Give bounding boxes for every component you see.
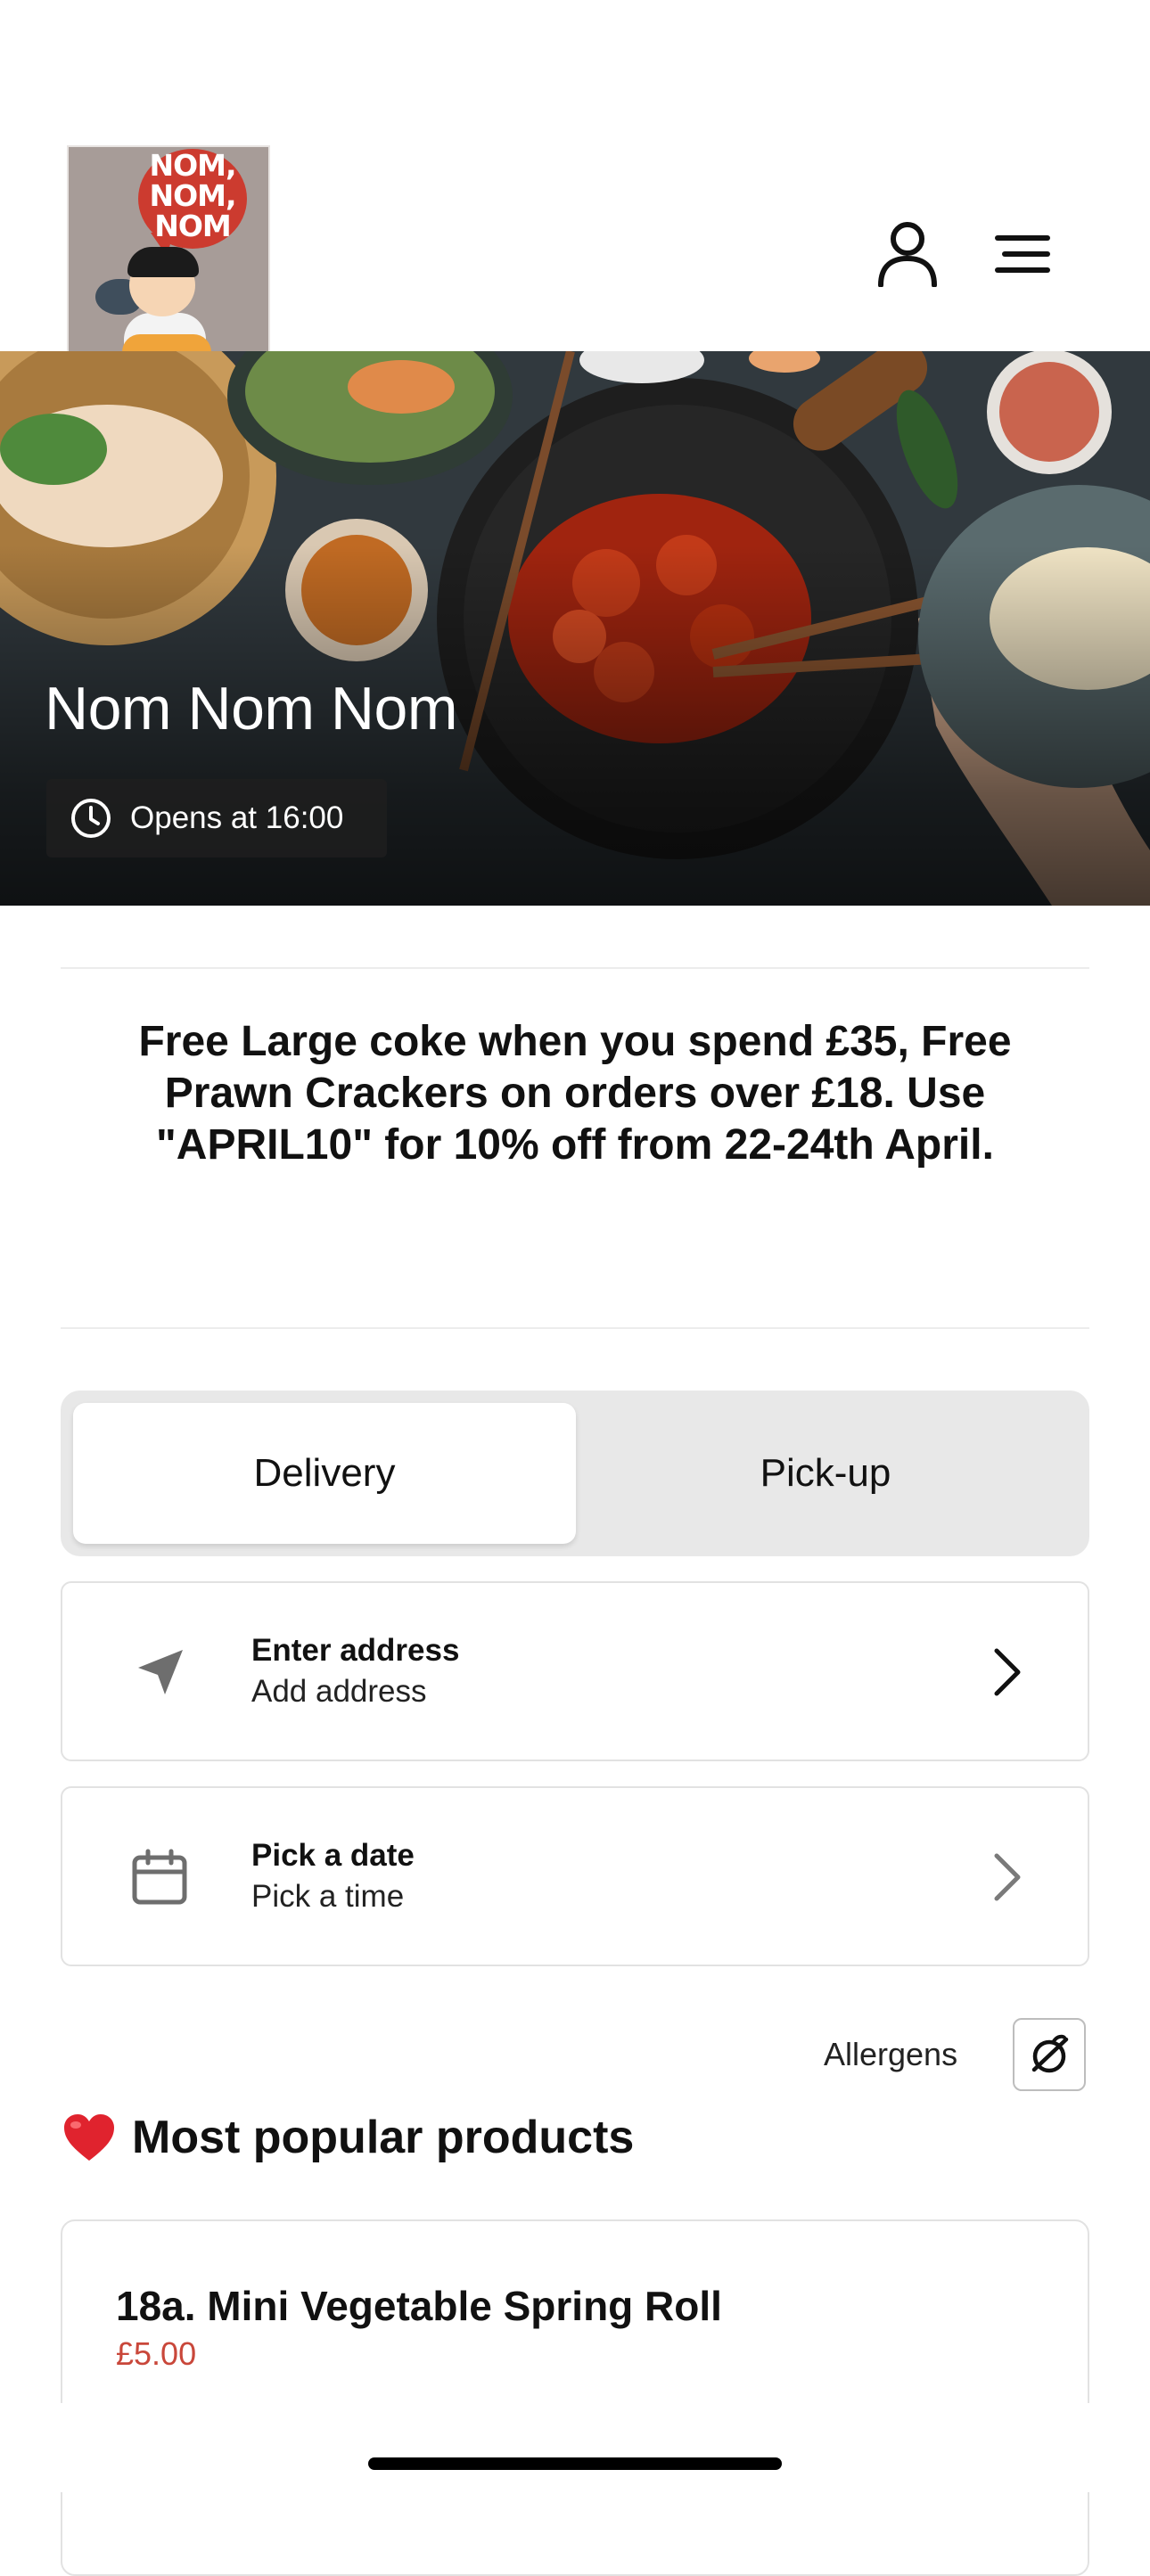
delivery-tab[interactable]: Delivery bbox=[73, 1403, 576, 1544]
chef-hair bbox=[127, 247, 199, 277]
product-name: 18a. Mini Vegetable Spring Roll bbox=[116, 2283, 722, 2329]
product-card[interactable]: 18a. Mini Vegetable Spring Roll £5.00 bbox=[61, 2219, 1089, 2576]
divider bbox=[61, 967, 1089, 969]
date-title: Pick a date bbox=[251, 1838, 415, 1873]
divider bbox=[61, 1327, 1089, 1329]
date-subtitle: Pick a time bbox=[251, 1879, 405, 1914]
popular-title-text: Most popular products bbox=[132, 2112, 635, 2163]
chevron-right-icon bbox=[994, 1648, 1021, 1696]
user-icon bbox=[878, 222, 937, 287]
order-mode-toggle: Delivery Pick-up bbox=[61, 1391, 1089, 1556]
account-button[interactable] bbox=[872, 214, 943, 294]
hero-banner: Nom Nom Nom Opens at 16:00 bbox=[0, 351, 1150, 906]
heart-icon bbox=[64, 2114, 114, 2161]
chevron-right-icon bbox=[994, 1853, 1021, 1901]
address-card[interactable]: Enter address Add address bbox=[61, 1581, 1089, 1761]
popular-section-title: Most popular products bbox=[62, 2111, 634, 2164]
restaurant-logo[interactable]: NOM, NOM, NOM bbox=[67, 145, 270, 361]
location-arrow-icon bbox=[119, 1633, 200, 1713]
home-indicator[interactable] bbox=[368, 2457, 782, 2470]
address-title: Enter address bbox=[251, 1633, 460, 1668]
product-price: £5.00 bbox=[116, 2335, 197, 2372]
allergens-button[interactable] bbox=[1013, 2018, 1086, 2091]
bottom-safe-area bbox=[0, 2403, 1150, 2492]
opening-hours-badge: Opens at 16:00 bbox=[46, 779, 387, 857]
allergens-icon bbox=[1031, 2034, 1069, 2073]
pickup-tab[interactable]: Pick-up bbox=[574, 1403, 1077, 1544]
menu-button[interactable] bbox=[991, 223, 1054, 285]
logo-text: NOM, NOM, NOM bbox=[149, 148, 236, 243]
allergens-label: Allergens bbox=[824, 2036, 958, 2072]
calendar-icon bbox=[119, 1838, 200, 1918]
opening-hours-text: Opens at 16:00 bbox=[130, 800, 344, 835]
promo-message: Free Large coke when you spend £35, Free… bbox=[138, 1018, 1012, 1169]
address-subtitle: Add address bbox=[251, 1674, 427, 1709]
clock-icon bbox=[71, 799, 111, 838]
restaurant-name: Nom Nom Nom bbox=[45, 675, 458, 742]
menu-icon bbox=[995, 235, 1050, 273]
schedule-card[interactable]: Pick a date Pick a time bbox=[61, 1786, 1089, 1966]
